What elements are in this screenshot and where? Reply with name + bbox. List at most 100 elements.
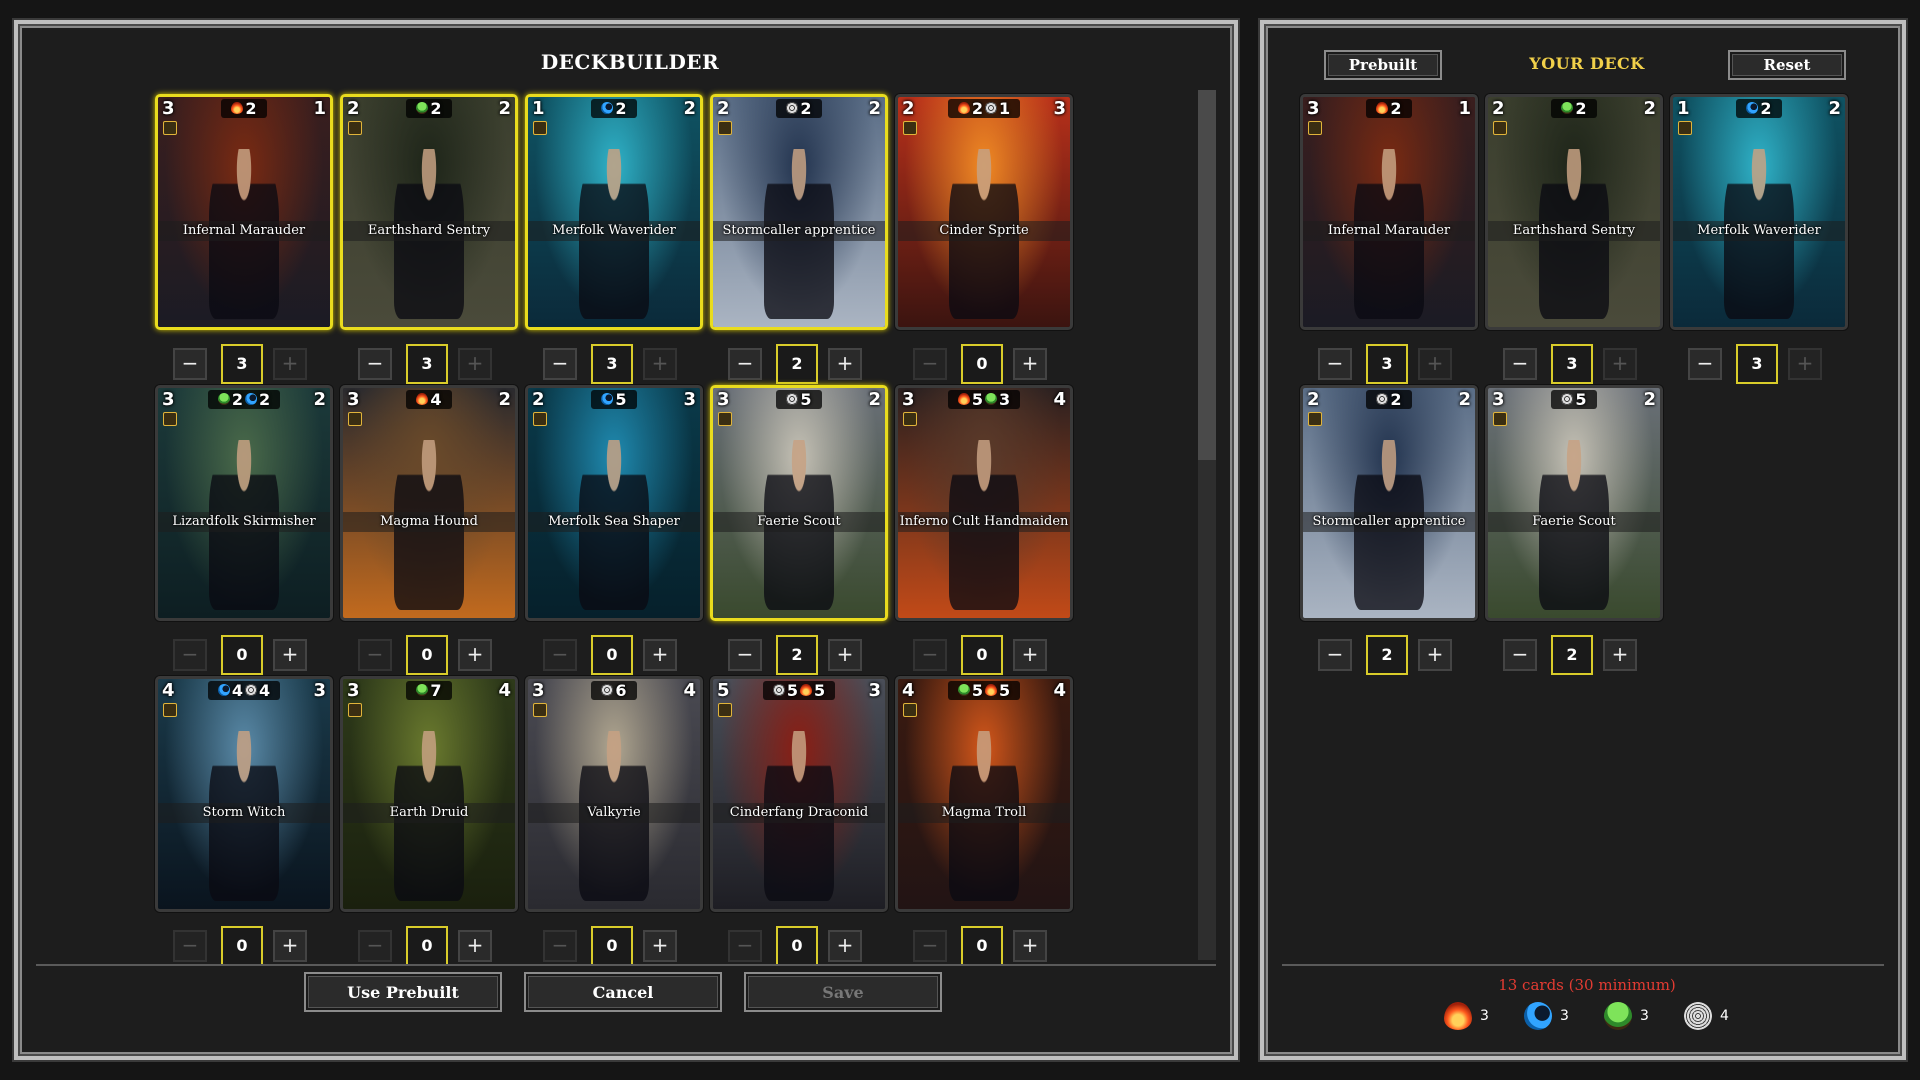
decrease-button[interactable]: − — [543, 348, 577, 380]
card[interactable]: 3 6 4 Valkyrie — [525, 676, 703, 912]
card[interactable]: 3 7 4 Earth Druid — [340, 676, 518, 912]
decrease-button[interactable]: − — [1503, 639, 1537, 671]
card-mana-cost: 2 — [532, 388, 545, 410]
earth-icon — [217, 393, 230, 405]
card[interactable]: 3 4 2 Magma Hound — [340, 385, 518, 621]
card[interactable]: 3 5 2 Faerie Scout — [1485, 385, 1663, 621]
quantity-stepper: −2 + — [710, 344, 888, 384]
card-mana-cost: 4 — [902, 679, 915, 701]
card[interactable]: 2 5 3 Merfolk Sea Shaper — [525, 385, 703, 621]
card[interactable]: 4 4 4 3 Storm Witch — [155, 676, 333, 912]
use-prebuilt-button[interactable]: Use Prebuilt — [304, 972, 502, 1012]
decrease-button[interactable]: − — [358, 930, 392, 962]
card[interactable]: 3 2 1 Infernal Marauder — [1300, 94, 1478, 330]
decrease-button[interactable]: − — [913, 930, 947, 962]
card[interactable]: 3 5 2 Faerie Scout — [710, 385, 888, 621]
card[interactable]: 5 5 5 3 Cinderfang Draconid — [710, 676, 888, 912]
decrease-button[interactable]: − — [913, 639, 947, 671]
card-mana-cost: 4 — [162, 679, 175, 701]
scrollbar-thumb[interactable] — [1198, 90, 1216, 460]
collection-scrollbar[interactable] — [1198, 90, 1216, 960]
card[interactable]: 2 2 2 Earthshard Sentry — [340, 94, 518, 330]
earth-icon — [416, 102, 429, 114]
fire-icon — [957, 102, 970, 114]
decrease-button[interactable]: − — [1503, 348, 1537, 380]
decrease-button[interactable]: − — [173, 348, 207, 380]
card[interactable]: 2 2 2 Stormcaller apprentice — [1300, 385, 1478, 621]
decrease-button[interactable]: − — [728, 930, 762, 962]
increase-button[interactable]: + — [643, 348, 677, 380]
element-cost-value: 2 — [971, 98, 983, 118]
earth-icon — [1561, 102, 1574, 114]
quantity-value: 3 — [221, 344, 263, 384]
decrease-button[interactable]: − — [728, 348, 762, 380]
decrease-button[interactable]: − — [543, 639, 577, 671]
increase-button[interactable]: + — [1603, 348, 1637, 380]
reset-button[interactable]: Reset — [1728, 50, 1846, 80]
increase-button[interactable]: + — [828, 930, 862, 962]
card-type-icon — [533, 412, 547, 426]
decrease-button[interactable]: − — [728, 639, 762, 671]
decrease-button[interactable]: − — [543, 930, 577, 962]
card-header: 3 2 1 — [158, 97, 330, 119]
increase-button[interactable]: + — [643, 639, 677, 671]
increase-button[interactable]: + — [828, 348, 862, 380]
increase-button[interactable]: + — [1788, 348, 1822, 380]
decrease-button[interactable]: − — [1688, 348, 1722, 380]
card-header: 1 2 2 — [1673, 97, 1845, 119]
card-mana-cost: 5 — [717, 679, 730, 701]
increase-button[interactable]: + — [273, 639, 307, 671]
card-slot: 3 4 2 Magma Hound −0 + — [340, 385, 518, 675]
increase-button[interactable]: + — [273, 348, 307, 380]
card-power: 2 — [1828, 97, 1841, 119]
card-name: Faerie Scout — [713, 512, 885, 532]
card-power: 3 — [683, 388, 696, 410]
card-art — [158, 388, 330, 618]
element-cost-value: 2 — [800, 98, 812, 118]
card-element-costs: 7 — [406, 680, 452, 700]
increase-button[interactable]: + — [1603, 639, 1637, 671]
save-button[interactable]: Save — [744, 972, 942, 1012]
increase-button[interactable]: + — [1013, 639, 1047, 671]
increase-button[interactable]: + — [273, 930, 307, 962]
card[interactable]: 1 2 2 Merfolk Waverider — [525, 94, 703, 330]
increase-button[interactable]: + — [643, 930, 677, 962]
decrease-button[interactable]: − — [173, 639, 207, 671]
card[interactable]: 3 5 3 4 Inferno Cult Handmaiden — [895, 385, 1073, 621]
decrease-button[interactable]: − — [913, 348, 947, 380]
card-slot: 3 2 1 Infernal Marauder −3 + — [155, 94, 333, 384]
card[interactable]: 2 2 2 Earthshard Sentry — [1485, 94, 1663, 330]
decrease-button[interactable]: − — [358, 639, 392, 671]
card-mana-cost: 3 — [1492, 388, 1505, 410]
element-cost-value: 2 — [231, 389, 243, 409]
card-type-icon — [1678, 121, 1692, 135]
card[interactable]: 2 2 2 Stormcaller apprentice — [710, 94, 888, 330]
card[interactable]: 1 2 2 Merfolk Waverider — [1670, 94, 1848, 330]
element-total-value: 3 — [1480, 1008, 1489, 1024]
card-element-costs: 44 — [207, 680, 281, 700]
increase-button[interactable]: + — [458, 639, 492, 671]
card-name: Merfolk Waverider — [528, 221, 700, 241]
card[interactable]: 4 5 5 4 Magma Troll — [895, 676, 1073, 912]
increase-button[interactable]: + — [1418, 348, 1452, 380]
card[interactable]: 2 2 1 3 Cinder Sprite — [895, 94, 1073, 330]
card-power: 1 — [313, 97, 326, 119]
quantity-value: 0 — [406, 635, 448, 675]
card-name: Earth Druid — [343, 803, 515, 823]
increase-button[interactable]: + — [458, 348, 492, 380]
decrease-button[interactable]: − — [1318, 639, 1352, 671]
decrease-button[interactable]: − — [173, 930, 207, 962]
air-icon — [786, 102, 799, 114]
element-cost-value: 6 — [615, 680, 627, 700]
card[interactable]: 3 2 1 Infernal Marauder — [155, 94, 333, 330]
card-art — [713, 679, 885, 909]
cancel-button[interactable]: Cancel — [524, 972, 722, 1012]
card[interactable]: 3 2 2 2 Lizardfolk Skirmisher — [155, 385, 333, 621]
increase-button[interactable]: + — [1418, 639, 1452, 671]
increase-button[interactable]: + — [828, 639, 862, 671]
decrease-button[interactable]: − — [1318, 348, 1352, 380]
increase-button[interactable]: + — [458, 930, 492, 962]
increase-button[interactable]: + — [1013, 348, 1047, 380]
decrease-button[interactable]: − — [358, 348, 392, 380]
increase-button[interactable]: + — [1013, 930, 1047, 962]
